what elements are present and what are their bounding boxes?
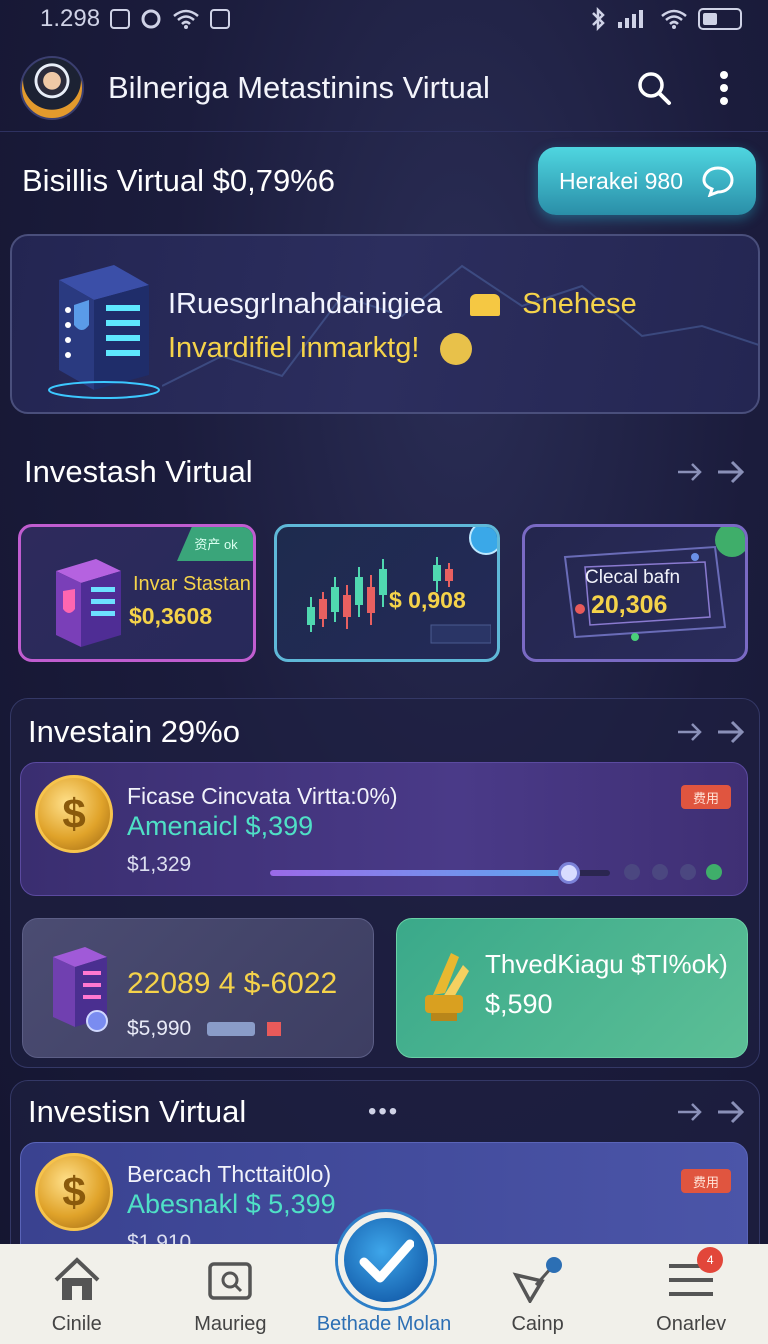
nav-label-active: Bethade Molan: [316, 1313, 452, 1335]
investment-card-1-amount: Amenaicl $,399: [127, 811, 314, 841]
asset-tag: 资产 ok: [177, 527, 253, 561]
check-icon: [359, 1239, 414, 1283]
dollar-coin-icon: $: [35, 775, 113, 853]
more-vertical-icon: [720, 70, 728, 105]
trophy-icon: [425, 953, 469, 1021]
portfolio-card-right[interactable]: ThvedKiagu $TI%ok) $,590: [396, 918, 748, 1058]
page-dot[interactable]: [680, 864, 696, 880]
signal-icon: [618, 10, 643, 28]
investment-card-1-small: $1,329: [127, 853, 192, 876]
see-all-button-2[interactable]: [674, 717, 744, 747]
investment-card-2-amount: Abesnakl $ 5,399: [127, 1189, 336, 1219]
asset-card-3-label: Clecal bafn: [585, 567, 681, 588]
notification-icon: [210, 9, 231, 29]
banner-gold-text: Snehese: [522, 288, 637, 320]
asset-card-2-value: $ 0,908: [389, 587, 466, 613]
market-chart-icon: [162, 264, 758, 387]
page-dot[interactable]: [624, 864, 640, 880]
promo-banner[interactable]: IRuesgrInahdainigiea Snehese Invardifiel…: [10, 234, 760, 414]
nav-label-home: Cinile: [51, 1313, 102, 1335]
asset-card-3[interactable]: Clecal bafn 20,306: [522, 524, 748, 662]
nav-label-satellite: Cainp: [511, 1313, 564, 1335]
section-title-1: Investash Virtual: [24, 454, 253, 489]
server-icon: [48, 265, 160, 399]
lock-badge-icon: [469, 527, 497, 555]
building-icon: [53, 947, 108, 1032]
app-title: Bilneriga Metastinins Virtual: [108, 69, 490, 105]
arrow-right-icon: [678, 460, 744, 484]
balance-row: Bisillis Virtual $0,79%6 Herakei 980: [22, 146, 756, 216]
banner-headline: IRuesgrInahdainigiea Snehese: [168, 288, 637, 321]
location-icon: [141, 9, 161, 29]
banner-line1: IRuesgrInahdainigiea: [168, 288, 443, 320]
status-time: 1.298: [40, 5, 101, 32]
more-dots[interactable]: •••: [368, 1098, 399, 1126]
arrow-right-icon: [678, 720, 744, 744]
nav-item-wallet[interactable]: Maurieg: [155, 1255, 305, 1336]
crown-icon: [470, 294, 501, 317]
emoji-icon: [439, 333, 472, 366]
chat-button[interactable]: Herakei 980: [538, 147, 756, 215]
chat-button-label: Herakei 980: [558, 167, 684, 194]
investment-progress-bar[interactable]: [270, 862, 610, 884]
asset-card-1-label: Invar Stastan: [133, 573, 251, 595]
nav-item-home[interactable]: Cinile: [2, 1255, 152, 1336]
fab-check-button[interactable]: [338, 1212, 434, 1308]
satellite-icon: [512, 1257, 562, 1303]
robot-badge-icon: [715, 527, 745, 557]
notification-badge: 4: [697, 1247, 724, 1273]
nav-label-menu: Onarlev: [656, 1313, 727, 1335]
people-icon: [207, 1022, 256, 1037]
section-title-2: Investain 29%o: [28, 714, 240, 749]
section-header-1: Investash Virtual: [24, 452, 744, 492]
search-button[interactable]: [630, 64, 678, 112]
asset-card-3-value: 20,306: [591, 591, 668, 619]
wifi-icon-right: [661, 9, 687, 29]
more-options-button[interactable]: [700, 64, 748, 112]
portfolio-left-value: 22089 4 $-6022: [127, 967, 338, 1000]
page-dot-active[interactable]: [706, 864, 722, 880]
app-bar: Bilneriga Metastinins Virtual: [0, 44, 768, 132]
nav-item-satellite[interactable]: Cainp: [463, 1255, 613, 1336]
portfolio-left-sub: $5,990: [127, 1017, 281, 1041]
investment-card-2-badge: 费用: [681, 1169, 731, 1193]
asset-card-1[interactable]: 资产 ok Invar Stastan $0,3608: [18, 524, 256, 662]
sim-icon: [110, 9, 131, 29]
progress-fill: [270, 870, 570, 876]
investment-card-1-badge: 费用: [681, 785, 731, 809]
section-header-2: Investain 29%o: [28, 712, 744, 752]
asset-card-1-value: $0,3608: [129, 603, 213, 629]
wallet-icon: [208, 1262, 253, 1300]
portfolio-right-amount: $,590: [485, 989, 553, 1019]
section-title-3: Investisn Virtual: [28, 1094, 247, 1129]
dollar-coin-icon: $: [35, 1153, 113, 1231]
banner-line2: Invardifiel inmarktg!: [168, 332, 420, 364]
investment-card-2-title: Bercach Thcttait0lo): [127, 1161, 332, 1187]
status-bar: 1.298: [0, 0, 768, 38]
asset-card-2[interactable]: $ 0,908: [274, 524, 500, 662]
avatar[interactable]: [20, 55, 84, 120]
portfolio-left-sub-text: $5,990: [127, 1017, 192, 1040]
investment-card-1-title: Ficase Cincvata Virtta:0%): [127, 783, 398, 809]
home-icon: [54, 1257, 100, 1300]
nav-item-menu[interactable]: 4 Onarlev: [616, 1247, 766, 1336]
banner-subline: Invardifiel inmarktg!: [168, 332, 472, 366]
balance-text: Bisillis Virtual $0,79%6: [22, 163, 336, 198]
chat-bubble-icon: [702, 166, 734, 197]
search-icon: [638, 71, 671, 105]
see-all-button-3[interactable]: [674, 1097, 744, 1127]
bluetooth-icon: [592, 7, 605, 31]
page-dot[interactable]: [652, 864, 668, 880]
nav-label-wallet: Maurieg: [194, 1313, 267, 1335]
building-icon: [56, 559, 121, 647]
portfolio-right-title: ThvedKiagu $TI%ok): [485, 949, 728, 979]
wifi-icon: [173, 9, 199, 29]
portfolio-card-left[interactable]: 22089 4 $-6022 $5,990: [22, 918, 374, 1058]
battery-icon: [698, 8, 742, 30]
flag-icon: [266, 1022, 281, 1037]
see-all-button-1[interactable]: [674, 457, 744, 487]
arrow-right-icon: [678, 1100, 744, 1124]
